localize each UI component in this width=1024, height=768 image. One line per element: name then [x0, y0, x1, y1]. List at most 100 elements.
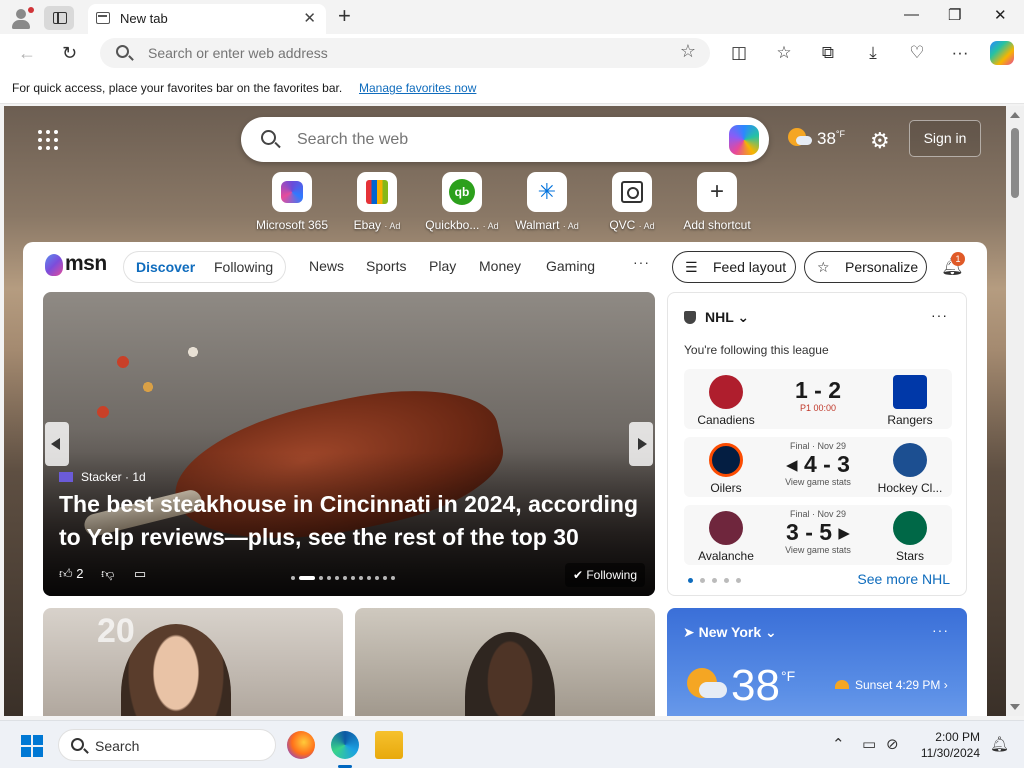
back-button[interactable]: ←: [18, 43, 36, 64]
browser-essentials-icon[interactable]: ♡: [906, 42, 928, 64]
tab-discover[interactable]: Discover: [136, 259, 195, 275]
msn-logo[interactable]: msn: [45, 252, 107, 280]
personalize-button[interactable]: ☆ Personalize: [804, 251, 927, 283]
shortcut-label: Add shortcut: [683, 218, 751, 232]
following-badge[interactable]: ✔ Following: [565, 563, 645, 587]
hero-headline[interactable]: The best steakhouse in Cincinnati in 202…: [59, 488, 649, 554]
like-icon[interactable]: 👍︎: [59, 566, 73, 581]
view-game-stats-link[interactable]: View game stats: [774, 545, 862, 555]
collections-icon[interactable]: ⧉: [817, 42, 839, 64]
manage-favorites-link[interactable]: Manage favorites now: [359, 81, 476, 95]
network-icon[interactable]: ▭: [862, 735, 876, 753]
view-game-stats-link[interactable]: View game stats: [774, 477, 862, 487]
dislike-icon[interactable]: 👎︎: [101, 566, 114, 581]
game-score: 1 - 2: [794, 377, 842, 403]
tab-following[interactable]: Following: [214, 259, 273, 275]
chevron-down-icon: ⌄: [737, 309, 750, 325]
nav-money[interactable]: Money: [479, 258, 521, 274]
firefox-icon[interactable]: [287, 731, 315, 759]
taskbar-search[interactable]: Search: [58, 729, 276, 761]
address-input[interactable]: [148, 44, 648, 62]
shortcut-walmart[interactable]: ✳ Walmart · Ad: [505, 172, 589, 232]
more-options-icon[interactable]: ···: [932, 622, 949, 638]
article-source[interactable]: Stacker · 1d: [59, 470, 146, 484]
close-tab-icon[interactable]: ✕: [303, 9, 316, 27]
shortcut-quickbooks[interactable]: qb Quickbo... · Ad: [420, 172, 504, 232]
shortcut-qvc[interactable]: QVC · Ad: [590, 172, 674, 232]
web-search-box[interactable]: [241, 117, 769, 162]
web-search-input[interactable]: [297, 130, 697, 150]
carousel-dot[interactable]: [291, 576, 295, 580]
sign-in-button[interactable]: Sign in: [909, 120, 981, 157]
scroll-down-icon[interactable]: [1010, 704, 1020, 710]
carousel-dot[interactable]: [391, 576, 395, 580]
carousel-dot[interactable]: [383, 576, 387, 580]
notifications-bell-icon[interactable]: 🔔︎: [990, 735, 1009, 753]
edge-icon[interactable]: [331, 731, 359, 759]
refresh-button[interactable]: ↻: [62, 43, 77, 64]
nav-gaming[interactable]: Gaming: [546, 258, 595, 274]
close-window-button[interactable]: ✕: [994, 6, 1007, 24]
shortcut-ebay[interactable]: Ebay · Ad: [335, 172, 419, 232]
carousel-prev-button[interactable]: [45, 422, 69, 466]
more-options-icon[interactable]: ···: [931, 307, 948, 323]
scroll-up-icon[interactable]: [1010, 112, 1020, 118]
downloads-icon[interactable]: ⤓: [862, 42, 884, 64]
volume-muted-icon[interactable]: ⊘: [886, 735, 899, 753]
weather-location[interactable]: ➤ New York ⌄: [683, 624, 777, 641]
new-tab-button[interactable]: +: [338, 4, 351, 28]
more-nav-icon[interactable]: ···: [633, 254, 650, 270]
shortcut-microsoft-365[interactable]: Microsoft 365: [250, 172, 334, 232]
carousel-dot[interactable]: [319, 576, 323, 580]
carousel-dot[interactable]: [367, 576, 371, 580]
carousel-dot[interactable]: [299, 576, 315, 580]
favorite-star-icon[interactable]: ☆: [680, 41, 696, 62]
carousel-dot[interactable]: [327, 576, 331, 580]
carousel-dot[interactable]: [343, 576, 347, 580]
carousel-dot[interactable]: [335, 576, 339, 580]
carousel-dot[interactable]: [375, 576, 379, 580]
comment-icon[interactable]: ▭: [134, 566, 146, 581]
tab-new-tab[interactable]: New tab ✕: [88, 4, 326, 34]
nav-play[interactable]: Play: [429, 258, 456, 274]
shortcut-add[interactable]: + Add shortcut: [675, 172, 759, 232]
copilot-icon[interactable]: [729, 125, 759, 155]
news-card-image[interactable]: [355, 608, 655, 716]
tab-actions-button[interactable]: [44, 6, 74, 30]
app-launcher-icon[interactable]: [38, 130, 58, 150]
carousel-dot[interactable]: [359, 576, 363, 580]
split-screen-icon[interactable]: ◫: [728, 42, 750, 64]
nav-sports[interactable]: Sports: [366, 258, 406, 274]
scroll-thumb[interactable]: [1011, 128, 1019, 198]
address-bar[interactable]: ☆: [100, 38, 710, 68]
team-name: Canadiens: [697, 413, 755, 427]
weather-card[interactable]: ➤ New York ⌄ ··· 38 °F Sunset 4:29 PM ›: [667, 608, 967, 716]
page-scrollbar[interactable]: [1006, 106, 1024, 716]
nav-news[interactable]: News: [309, 258, 344, 274]
title-bar: New tab ✕ + — ❐ ✕: [0, 0, 1024, 34]
start-windows-icon[interactable]: [21, 735, 43, 757]
page-settings-gear-icon[interactable]: ⚙: [870, 128, 890, 154]
minimize-button[interactable]: —: [904, 6, 919, 23]
profile-icon[interactable]: [10, 7, 34, 29]
sunset-info: Sunset 4:29 PM ›: [835, 678, 948, 692]
news-card-image[interactable]: 20: [43, 608, 343, 716]
system-clock[interactable]: 2:00 PM 11/30/2024: [918, 729, 980, 761]
league-selector[interactable]: NHL ⌄: [684, 309, 749, 326]
game-card[interactable]: Canadiens 1 - 2 P1 00:00 Rangers: [684, 369, 952, 429]
file-explorer-icon[interactable]: [375, 731, 403, 759]
show-hidden-icons-chevron-icon[interactable]: ⌃: [832, 735, 845, 753]
person-photo: [465, 632, 555, 716]
restore-button[interactable]: ❐: [948, 6, 961, 24]
hero-carousel[interactable]: Stacker · 1d The best steakhouse in Cinc…: [43, 292, 655, 596]
carousel-next-button[interactable]: [629, 422, 653, 466]
sunset-text: Sunset 4:29 PM: [855, 678, 941, 692]
game-card[interactable]: Oilers Final · Nov 29 ◂ 4 - 3 View game st…: [684, 437, 952, 497]
carousel-dot[interactable]: [351, 576, 355, 580]
favorites-icon[interactable]: ☆: [773, 42, 795, 64]
copilot-icon[interactable]: [990, 41, 1014, 65]
settings-more-icon[interactable]: ···: [949, 42, 971, 64]
game-card[interactable]: Avalanche Final · Nov 29 3 - 5 ▸ View game…: [684, 505, 952, 565]
see-more-nhl-link[interactable]: See more NHL: [857, 571, 950, 587]
feed-layout-button[interactable]: ☰ Feed layout: [672, 251, 796, 283]
